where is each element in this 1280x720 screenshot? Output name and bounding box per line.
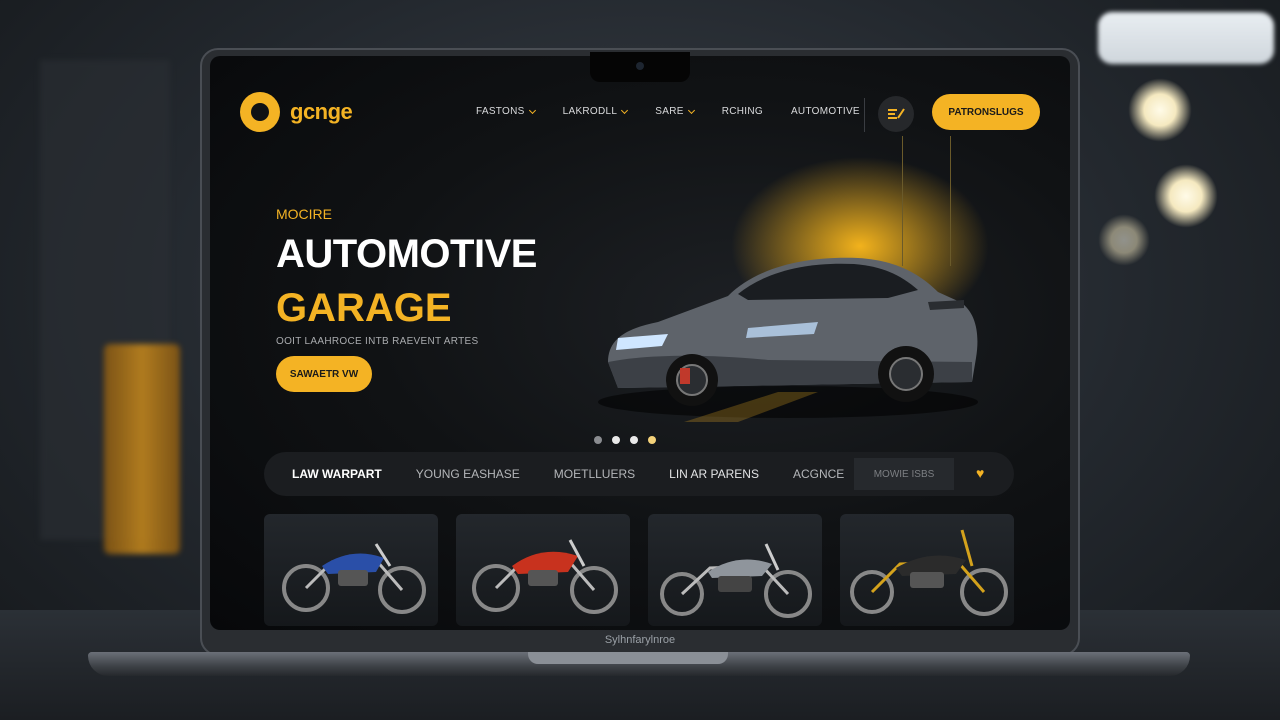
chevron-down-icon <box>528 106 536 114</box>
heart-icon[interactable]: ♥ <box>976 465 984 481</box>
site-logo[interactable]: gcnge <box>240 92 353 132</box>
motorcycle-image <box>850 529 1008 616</box>
chevron-down-icon <box>621 106 629 114</box>
product-card-1[interactable] <box>264 514 438 626</box>
hero-slide-indicator <box>594 436 656 444</box>
slide-dot[interactable] <box>594 436 602 444</box>
menu-pen-icon <box>888 108 905 119</box>
camera-notch <box>590 52 690 82</box>
motorcycle-image <box>282 543 426 614</box>
background-lamp <box>1154 164 1218 228</box>
product-card-4[interactable] <box>840 514 1014 626</box>
product-card-3[interactable] <box>648 514 822 626</box>
hero-title-line1: AUTOMOTIVE <box>276 232 537 276</box>
category-tab-3[interactable]: MOETLLUERS <box>554 467 635 481</box>
ceiling-light-bar <box>1098 12 1274 64</box>
laptop-base <box>88 652 1190 676</box>
slide-dot-active[interactable] <box>612 436 620 444</box>
hero-subtitle: OOIT LAAHROCE INTB RAEVENT ARTES <box>276 336 479 347</box>
nav-cta-button[interactable]: PATRONSLUGS <box>932 94 1040 130</box>
category-tab-2[interactable]: YOUNG EASHASE <box>416 467 520 481</box>
hero-cta-button[interactable]: SAWAETR VW <box>276 356 372 392</box>
nav-item-label: SARE <box>655 106 684 117</box>
category-search-field[interactable]: MOWIE ISBS <box>854 458 954 490</box>
category-tab-5[interactable]: ACGNCE <box>793 467 844 481</box>
nav-item-5[interactable]: AUTOMOTIVE <box>791 106 860 117</box>
laptop-base-groove <box>528 652 728 664</box>
motorcycle-image <box>472 539 618 614</box>
nav-divider <box>864 98 865 132</box>
category-bar: LAW WARPART YOUNG EASHASE MOETLLUERS LIN… <box>264 452 1014 496</box>
slide-dot[interactable] <box>630 436 638 444</box>
laptop-brand-label: Sylhnfarylnroe <box>604 634 676 646</box>
laptop-screen: gcnge FASTONS LAKRODLL SARE RCHING AUTOM… <box>210 56 1070 630</box>
background-barrel <box>104 344 180 554</box>
product-card-2[interactable] <box>456 514 630 626</box>
category-tab-4[interactable]: LIN AR PARENS <box>669 467 759 481</box>
product-grid <box>264 514 1014 626</box>
nav-item-1[interactable]: FASTONS <box>476 106 536 117</box>
background-lamp <box>1128 78 1192 142</box>
nav-item-2[interactable]: LAKRODLL <box>562 106 629 117</box>
nav-item-label: RCHING <box>721 106 763 117</box>
slide-dot[interactable] <box>648 436 656 444</box>
motorcycle-image <box>660 543 812 618</box>
nav-item-4[interactable]: RCHING <box>722 106 763 117</box>
category-tab-1[interactable]: LAW WARPART <box>292 467 382 481</box>
nav-item-label: AUTOMOTIVE <box>790 106 860 117</box>
nav-item-label: FASTONS <box>476 106 525 117</box>
chevron-down-icon <box>687 106 695 114</box>
nav-item-3[interactable]: SARE <box>655 106 695 117</box>
hero-eyebrow: MOCIRE <box>276 206 332 222</box>
hero-title-line2: GARAGE <box>276 286 452 330</box>
menu-button[interactable] <box>878 96 914 132</box>
nav-item-label: LAKRODLL <box>562 106 618 117</box>
main-nav: FASTONS LAKRODLL SARE RCHING AUTOMOTIVE <box>476 106 860 117</box>
hero-car-image <box>598 257 978 422</box>
logo-text: gcnge <box>290 99 353 124</box>
logo-icon <box>240 92 280 132</box>
background-lamp <box>1098 214 1150 266</box>
laptop-lid: gcnge FASTONS LAKRODLL SARE RCHING AUTOM… <box>200 48 1080 656</box>
